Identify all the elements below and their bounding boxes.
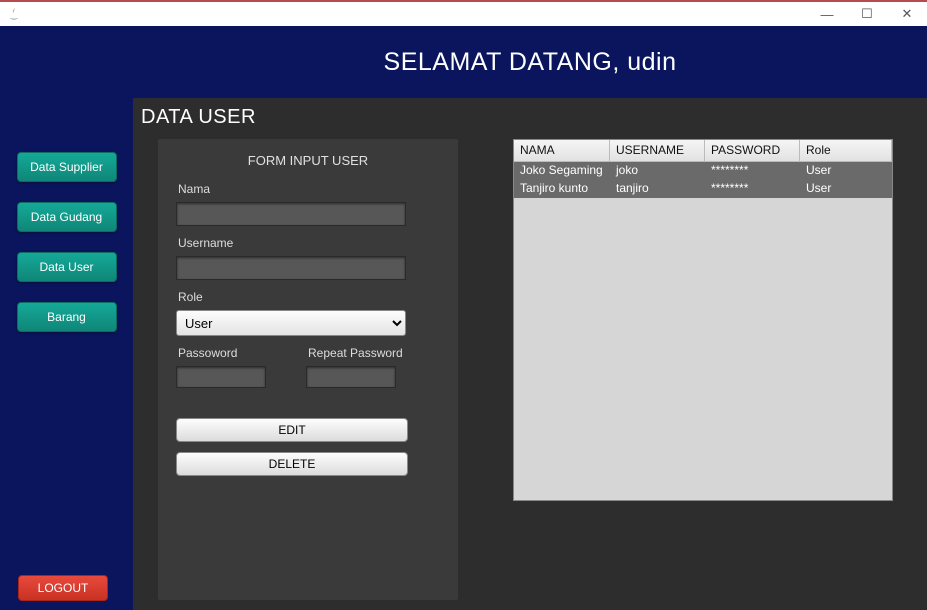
repeat-password-input[interactable] bbox=[306, 366, 396, 388]
nama-input[interactable] bbox=[176, 202, 406, 226]
cell-password: ******** bbox=[705, 162, 800, 180]
window-titlebar: — ☐ ✕ bbox=[0, 0, 927, 26]
role-label: Role bbox=[178, 290, 440, 304]
col-nama[interactable]: NAMA bbox=[514, 140, 610, 162]
close-button[interactable]: ✕ bbox=[887, 1, 927, 27]
nav-data-user[interactable]: Data User bbox=[17, 252, 117, 282]
sidebar: Data Supplier Data Gudang Data User Bara… bbox=[0, 26, 133, 610]
nav-data-supplier[interactable]: Data Supplier bbox=[17, 152, 117, 182]
table-row[interactable]: Tanjiro kunto tanjiro ******** User bbox=[514, 180, 892, 198]
password-label: Passoword bbox=[178, 346, 266, 360]
nama-label: Nama bbox=[178, 182, 440, 196]
page-title: DATA USER bbox=[133, 98, 927, 133]
cell-nama: Joko Segaming bbox=[514, 162, 610, 180]
cell-role: User bbox=[800, 162, 892, 180]
edit-button[interactable]: EDIT bbox=[176, 418, 408, 442]
window-controls: — ☐ ✕ bbox=[807, 1, 927, 27]
nav-data-gudang[interactable]: Data Gudang bbox=[17, 202, 117, 232]
java-icon bbox=[6, 6, 22, 22]
cell-username: joko bbox=[610, 162, 705, 180]
repeat-password-label: Repeat Password bbox=[308, 346, 403, 360]
username-input[interactable] bbox=[176, 256, 406, 280]
welcome-header: SELAMAT DATANG, udin bbox=[133, 26, 927, 98]
table-header: NAMA USERNAME PASSWORD Role bbox=[514, 140, 892, 162]
maximize-button[interactable]: ☐ bbox=[847, 1, 887, 27]
col-role[interactable]: Role bbox=[800, 140, 892, 162]
cell-nama: Tanjiro kunto bbox=[514, 180, 610, 198]
delete-button[interactable]: DELETE bbox=[176, 452, 408, 476]
col-username[interactable]: USERNAME bbox=[610, 140, 705, 162]
table-row[interactable]: Joko Segaming joko ******** User bbox=[514, 162, 892, 180]
minimize-button[interactable]: — bbox=[807, 1, 847, 27]
table-body: Joko Segaming joko ******** User Tanjiro… bbox=[514, 162, 892, 500]
form-title: FORM INPUT USER bbox=[176, 153, 440, 168]
col-password[interactable]: PASSWORD bbox=[705, 140, 800, 162]
nav-barang[interactable]: Barang bbox=[17, 302, 117, 332]
main: SELAMAT DATANG, udin DATA USER FORM INPU… bbox=[133, 26, 927, 610]
cell-password: ******** bbox=[705, 180, 800, 198]
logout-button[interactable]: LOGOUT bbox=[18, 575, 108, 601]
username-label: Username bbox=[178, 236, 440, 250]
form-input-user: FORM INPUT USER Nama Username Role User … bbox=[158, 139, 458, 600]
user-table[interactable]: NAMA USERNAME PASSWORD Role Joko Segamin… bbox=[513, 139, 893, 501]
password-input[interactable] bbox=[176, 366, 266, 388]
cell-role: User bbox=[800, 180, 892, 198]
role-select[interactable]: User bbox=[176, 310, 406, 336]
cell-username: tanjiro bbox=[610, 180, 705, 198]
